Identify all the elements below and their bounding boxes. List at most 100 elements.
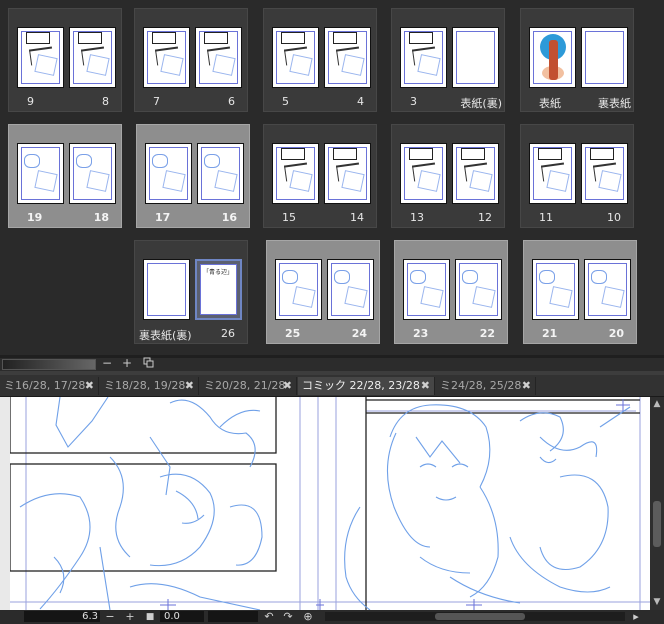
zoom-level-field[interactable]: 6.3	[24, 611, 100, 622]
left-page-thumbnail[interactable]	[17, 27, 64, 88]
right-page-thumbnail[interactable]	[324, 143, 371, 204]
page-spread-thumbnail[interactable]: 23 22	[394, 240, 508, 344]
page-spread-thumbnail[interactable]: 21 20	[523, 240, 637, 344]
right-page-thumbnail[interactable]	[584, 259, 631, 320]
right-page-thumbnail[interactable]: 「青る辺」	[195, 259, 242, 320]
document-tab[interactable]: ミ16/28, 17/28 ✖	[0, 377, 99, 395]
left-page-number: 表紙	[539, 97, 561, 110]
thumbnail-size-slider[interactable]	[2, 359, 96, 370]
page-spread-thumbnail[interactable]: 11 10	[520, 124, 634, 228]
left-page-thumbnail[interactable]	[143, 259, 190, 320]
page-spread-thumbnail[interactable]: 「青る辺」 裏表紙(裏) 26	[134, 240, 248, 344]
page-spread-thumbnail[interactable]: 76	[134, 8, 248, 112]
right-page-thumbnail[interactable]	[455, 259, 502, 320]
fit-screen-icon[interactable]: ■	[144, 610, 156, 624]
page-spread-thumbnail[interactable]: 54	[263, 8, 377, 112]
left-page-thumbnail[interactable]	[272, 143, 319, 204]
left-page-thumbnail[interactable]	[400, 143, 447, 204]
thumbnail-zoom-bar: − +	[0, 357, 664, 371]
horizontal-scroll-thumb[interactable]	[435, 613, 525, 620]
right-page-thumbnail[interactable]	[324, 27, 371, 88]
right-page-thumbnail[interactable]	[581, 27, 628, 88]
page-spread-thumbnail[interactable]: 25 24	[266, 240, 380, 344]
right-page-thumbnail[interactable]	[452, 27, 499, 88]
left-page-number: 7	[153, 95, 160, 108]
reset-rotation-icon[interactable]: ⊕	[302, 610, 314, 624]
page-spread-thumbnail[interactable]: 15 14	[263, 124, 377, 228]
left-page-thumbnail[interactable]	[272, 27, 319, 88]
close-tab-icon[interactable]: ✖	[185, 377, 194, 395]
document-tab[interactable]: コミック 22/28, 23/28 ✖	[298, 377, 435, 395]
right-page-thumbnail[interactable]	[69, 27, 116, 88]
left-page-thumbnail[interactable]	[145, 143, 192, 204]
rotate-right-icon[interactable]: ↷	[282, 610, 294, 624]
right-page-thumbnail[interactable]	[197, 143, 244, 204]
page-spread-thumbnail[interactable]: 98	[8, 8, 122, 112]
close-tab-icon[interactable]: ✖	[283, 377, 292, 395]
right-page-number: 18	[93, 211, 109, 224]
vertical-scrollbar[interactable]: ▲ ▼	[650, 397, 664, 610]
tab-label: ミ18/28, 19/28	[104, 379, 186, 392]
tab-label: ミ16/28, 17/28	[4, 379, 86, 392]
right-page-number: 20	[608, 327, 624, 340]
rotation-slider[interactable]	[208, 611, 258, 622]
tab-label: コミック 22/28, 23/28	[302, 379, 420, 392]
right-page-number: 24	[351, 327, 367, 340]
right-page-number: 14	[350, 211, 364, 224]
left-page-number: 21	[542, 327, 558, 340]
page-spread-thumbnail[interactable]: 表紙 裏表紙	[520, 8, 634, 112]
scroll-down-icon[interactable]: ▼	[652, 597, 662, 607]
page-spread-thumbnail[interactable]: 13 12	[391, 124, 505, 228]
rotate-left-icon[interactable]: ↶	[263, 610, 275, 624]
left-page-number: 15	[282, 211, 296, 224]
rotation-angle-field[interactable]: 0.0	[160, 611, 204, 622]
document-tab[interactable]: ミ20/28, 21/28 ✖	[200, 377, 297, 395]
right-page-thumbnail[interactable]	[69, 143, 116, 204]
left-page-number: 19	[27, 211, 43, 224]
vertical-scroll-thumb[interactable]	[653, 501, 661, 547]
left-page-thumbnail[interactable]	[400, 27, 447, 88]
page-spread-thumbnail[interactable]: 17 16	[136, 124, 250, 228]
zoom-in-status-button[interactable]: +	[124, 610, 136, 624]
close-tab-icon[interactable]: ✖	[421, 377, 430, 395]
left-page-thumbnail[interactable]	[143, 27, 190, 88]
right-page-number: 12	[478, 211, 492, 224]
canvas-artwork	[9, 397, 650, 610]
horizontal-scrollbar[interactable]	[325, 612, 625, 621]
cover-illustration	[540, 34, 566, 82]
tab-label: ミ24/28, 25/28	[440, 379, 522, 392]
left-page-thumbnail[interactable]	[529, 27, 576, 88]
right-page-thumbnail[interactable]	[195, 27, 242, 88]
left-page-number: 17	[155, 211, 171, 224]
drawing-canvas[interactable]	[0, 397, 650, 610]
page-layout-icon[interactable]	[142, 357, 154, 370]
left-page-thumbnail[interactable]	[532, 259, 579, 320]
document-tab[interactable]: ミ24/28, 25/28 ✖	[436, 377, 536, 395]
right-page-number: 16	[221, 211, 237, 224]
tab-label: ミ20/28, 21/28	[204, 379, 286, 392]
left-page-number: 23	[413, 327, 429, 340]
right-page-number: 表紙(裏)	[460, 97, 502, 110]
right-page-number: 26	[221, 327, 235, 340]
close-tab-icon[interactable]: ✖	[85, 377, 94, 395]
document-tab[interactable]: ミ18/28, 19/28 ✖	[100, 377, 199, 395]
zoom-out-button[interactable]: −	[100, 357, 114, 370]
left-page-thumbnail[interactable]	[275, 259, 322, 320]
page-spread-thumbnail[interactable]: 19 18	[8, 124, 122, 228]
left-page-thumbnail[interactable]	[17, 143, 64, 204]
right-page-thumbnail[interactable]	[581, 143, 628, 204]
left-page-number: 3	[410, 95, 417, 108]
zoom-in-button[interactable]: +	[120, 357, 134, 370]
scroll-right-icon[interactable]: ▸	[630, 610, 642, 624]
zoom-out-status-button[interactable]: −	[104, 610, 116, 624]
left-page-number: 9	[27, 95, 34, 108]
page-spread-thumbnail[interactable]: 3 表紙(裏)	[391, 8, 505, 112]
close-tab-icon[interactable]: ✖	[522, 377, 531, 395]
left-page-thumbnail[interactable]	[403, 259, 450, 320]
scroll-up-icon[interactable]: ▲	[652, 399, 662, 409]
left-page-thumbnail[interactable]	[529, 143, 576, 204]
right-page-thumbnail[interactable]	[452, 143, 499, 204]
page-manager-panel: 9 8 7 6 5 4 3 表紙(裏) 表紙 裏表紙 19 18 17 16 15 14 13 12 11 10 「青る…	[0, 0, 664, 355]
canvas-gutter	[0, 397, 10, 610]
right-page-thumbnail[interactable]	[327, 259, 374, 320]
